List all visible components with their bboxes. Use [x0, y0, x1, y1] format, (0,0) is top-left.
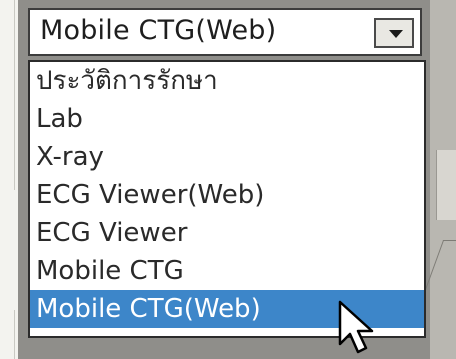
view-select-combobox[interactable]: Mobile CTG(Web) [28, 8, 422, 56]
dropdown-item-ecg-viewer[interactable]: ECG Viewer [30, 214, 424, 252]
background-page-edge [0, 0, 15, 190]
combobox-selected-value: Mobile CTG(Web) [40, 15, 277, 46]
dropdown-item-lab[interactable]: Lab [30, 100, 424, 138]
chevron-down-icon [389, 30, 403, 38]
dropdown-item-ecg-viewer-web[interactable]: ECG Viewer(Web) [30, 176, 424, 214]
dropdown-item-x-ray[interactable]: X-ray [30, 138, 424, 176]
right-panel-element [436, 150, 456, 220]
dropdown-toggle-button[interactable] [374, 18, 414, 48]
right-panel [420, 0, 456, 359]
dropdown-item-treatment-history[interactable]: ประวัติการรักษา [30, 62, 424, 100]
arrow-pointer-icon [338, 300, 374, 354]
dropdown-item-mobile-ctg[interactable]: Mobile CTG [30, 252, 424, 290]
dropdown-list[interactable]: ประวัติการรักษา Lab X-ray ECG Viewer(Web… [28, 60, 426, 338]
background-page-edge-lower [0, 310, 15, 359]
